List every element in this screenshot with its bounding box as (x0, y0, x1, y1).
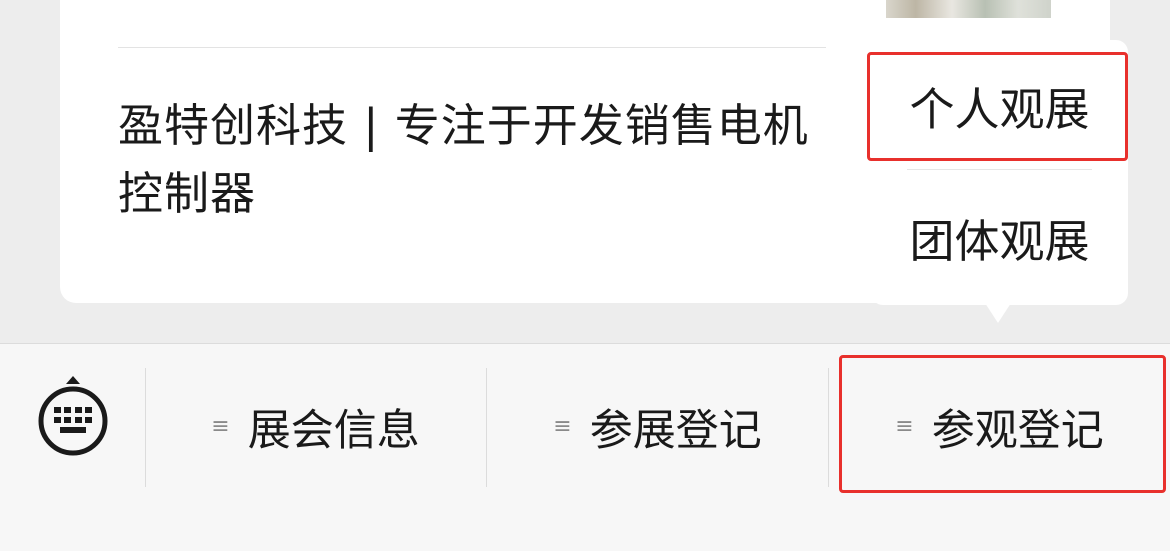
menu-item-exhibition-info[interactable]: ≡ 展会信息 (145, 367, 486, 487)
article-title[interactable]: 盈特创科技 | 专注于开发销售电机控制器 (118, 92, 818, 228)
article-thumbnail[interactable] (886, 0, 1051, 18)
keyboard-icon (38, 375, 107, 455)
menu-item-label: 参展登记 (589, 406, 762, 456)
highlight-box-submenu (867, 52, 1128, 161)
menu-item-label: 展会信息 (247, 406, 420, 456)
menu-item-exhibitor-registration[interactable]: ≡ 参展登记 (487, 367, 828, 487)
list-icon: ≡ (211, 414, 230, 439)
list-icon: ≡ (553, 414, 572, 439)
card-divider (118, 47, 826, 48)
submenu-divider (907, 169, 1092, 170)
submenu-popup-arrow (985, 303, 1011, 323)
highlight-box-menu (839, 355, 1166, 493)
submenu-item-group-visit[interactable]: 团体观展 (871, 175, 1128, 300)
keyboard-toggle-button[interactable] (0, 344, 145, 489)
